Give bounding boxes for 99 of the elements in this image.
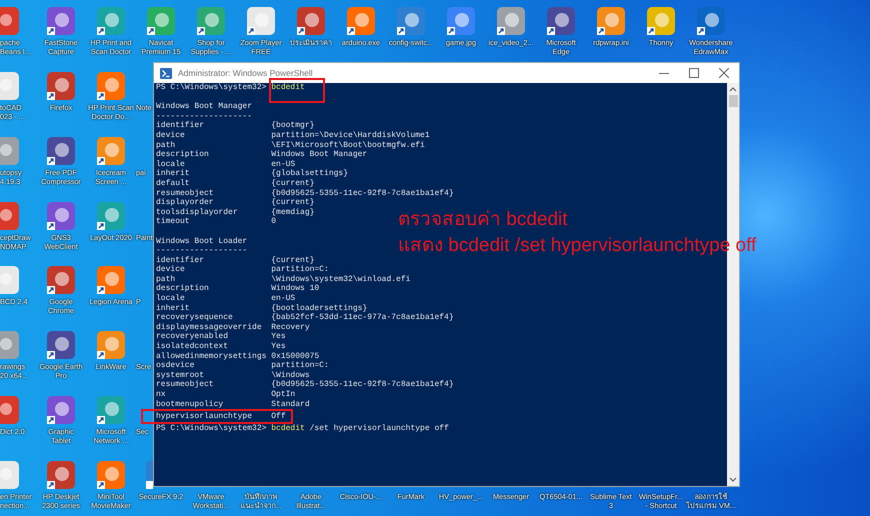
property-name: device	[156, 130, 185, 141]
property-value: 0x15000075	[271, 352, 320, 361]
property-name: default	[156, 178, 190, 189]
section-heading: -------------------	[156, 246, 248, 256]
app-icon[interactable]	[196, 6, 226, 36]
property-name: path	[156, 274, 176, 284]
app-icon[interactable]	[46, 200, 76, 231]
property-value: \Windows\system32\winload.efi	[271, 274, 410, 284]
app-icon[interactable]	[96, 136, 126, 166]
property-value: Yes	[271, 342, 286, 352]
property-name: systemroot	[156, 370, 204, 380]
property-name: displaymessageoverride	[156, 322, 262, 332]
app-icon[interactable]	[646, 6, 676, 36]
section-heading: Windows Boot Loader	[156, 236, 248, 246]
property-value: 0	[271, 217, 276, 227]
property-value: {b0d95625-5355-11ec-92f8-7c8ae1ba1ef4}	[271, 380, 454, 390]
app-icon[interactable]	[296, 6, 326, 36]
property-name: resumeobject	[156, 188, 214, 198]
property-value: OptIn	[271, 390, 296, 400]
command-line: PS C:\Windows\system32> bcdedit	[156, 83, 727, 93]
property-name: resumeobject	[156, 380, 214, 390]
app-icon[interactable]	[146, 460, 153, 490]
property-value: {bootmgr}	[271, 121, 314, 131]
app-icon[interactable]	[246, 6, 276, 36]
property-value: Standard	[271, 400, 310, 410]
property-value: {current}	[271, 256, 314, 265]
property-value: Windows 10	[271, 284, 320, 294]
maximize-icon	[689, 68, 699, 78]
property-value: {globalsettings}	[271, 169, 348, 179]
property-name: inherit	[156, 169, 190, 179]
property-name: recoveryenabled	[156, 332, 228, 342]
property-name: identifier	[156, 256, 204, 265]
app-icon[interactable]	[596, 6, 626, 36]
property-value: en-US	[271, 294, 296, 304]
app-icon[interactable]	[396, 6, 426, 36]
property-value: Windows Boot Manager	[271, 150, 368, 160]
window-title: Administrator: Windows PowerShell	[178, 68, 313, 78]
app-icon[interactable]	[146, 6, 176, 36]
property-name: device	[156, 265, 185, 275]
scroll-down-icon[interactable]	[729, 477, 737, 483]
property-value: en-US	[271, 160, 296, 169]
property-value: Off	[271, 412, 286, 422]
property-name: nx	[156, 390, 166, 400]
property-name: locale	[156, 160, 185, 169]
app-icon[interactable]	[346, 6, 376, 36]
app-icon[interactable]	[96, 460, 126, 490]
property-name: identifier	[156, 121, 204, 131]
scroll-up-icon[interactable]	[729, 86, 737, 92]
app-icon[interactable]	[96, 330, 126, 360]
section-heading: --------------------	[156, 112, 252, 121]
property-value: Yes	[271, 332, 286, 342]
property-name: isolatedcontext	[156, 342, 228, 352]
annotation-text: ตรวจสอบค่า bcdedit	[398, 208, 569, 232]
app-icon[interactable]	[696, 6, 726, 36]
close-icon	[719, 68, 729, 78]
app-icon[interactable]	[46, 330, 76, 360]
app-icon[interactable]	[46, 460, 76, 490]
property-value: partition=\Device\HarddiskVolume1	[271, 130, 430, 141]
scrollbar-thumb[interactable]	[728, 95, 738, 107]
property-value: {current}	[271, 198, 314, 208]
app-icon[interactable]	[496, 6, 526, 36]
app-icon[interactable]	[96, 6, 126, 36]
property-value: partition=C:	[271, 265, 329, 275]
property-value: {current}	[271, 178, 314, 189]
app-icon[interactable]	[96, 200, 126, 231]
property-name: locale	[156, 294, 185, 304]
property-name: recoverysequence	[156, 313, 233, 323]
app-icon[interactable]	[46, 136, 76, 166]
property-name: hypervisorlaunchtype	[156, 412, 252, 422]
property-value: {bootloadersettings}	[271, 304, 368, 313]
property-value: \Windows	[271, 370, 310, 380]
app-icon[interactable]	[446, 6, 476, 36]
property-name: timeout	[156, 217, 190, 227]
app-icon[interactable]	[46, 6, 76, 36]
property-name: description	[156, 284, 209, 294]
app-icon[interactable]	[46, 265, 76, 296]
powershell-icon	[160, 68, 172, 78]
section-heading: Windows Boot Manager	[156, 102, 252, 112]
property-value: {memdiag}	[271, 208, 314, 218]
app-icon[interactable]	[96, 265, 126, 296]
app-icon[interactable]	[46, 395, 76, 426]
app-icon[interactable]	[46, 70, 76, 101]
property-name: osdevice	[156, 361, 194, 371]
app-icon[interactable]	[546, 6, 576, 36]
property-value: {b0d95625-5355-11ec-92f8-7c8ae1ba1ef4}	[271, 188, 454, 198]
property-name: displayorder	[156, 198, 214, 208]
property-name: allowedinmemorysettings	[156, 352, 266, 361]
property-value: partition=C:	[271, 361, 329, 371]
property-name: path	[156, 140, 176, 150]
property-name: bootmenupolicy	[156, 400, 224, 410]
property-name: inherit	[156, 304, 190, 314]
property-value: \EFI\Microsoft\Boot\bootmgfw.efi	[271, 140, 425, 150]
property-name: toolsdisplayorder	[156, 208, 238, 217]
property-value: Recovery	[271, 322, 310, 332]
app-icon[interactable]	[96, 395, 126, 426]
app-icon[interactable]	[96, 70, 126, 101]
property-value: {bab52fcf-53dd-11ec-977a-7c8ae1ba1ef4}	[271, 313, 454, 323]
property-name: description	[156, 150, 209, 160]
command-line: PS C:\Windows\system32> bcdedit /set hypervisorlaunchtype off	[156, 424, 450, 434]
